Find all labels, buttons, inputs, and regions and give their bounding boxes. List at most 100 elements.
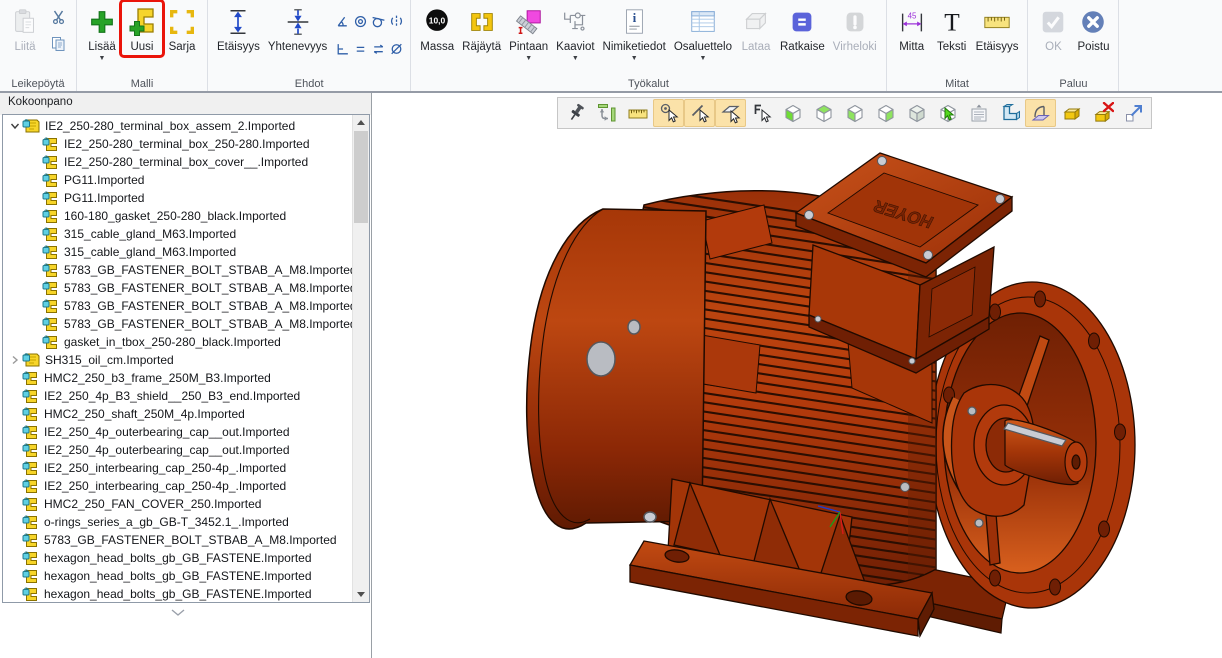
ribbon-button-ok-check[interactable]: OK <box>1033 2 1073 55</box>
tree-item[interactable]: SH315_oil_cm.Imported <box>3 351 353 369</box>
sketch-plane-button[interactable] <box>1025 99 1056 127</box>
scroll-up-icon[interactable] <box>353 115 369 130</box>
tree-item[interactable]: 5783_GB_FASTENER_BOLT_STBAB_A_M8.Importe… <box>3 279 353 297</box>
tree-item-part-icon <box>42 263 59 278</box>
display-list-button[interactable] <box>963 99 994 127</box>
snap-face-button[interactable] <box>715 99 746 127</box>
view-face-front-button[interactable] <box>777 99 808 127</box>
ribbon-button-explode[interactable]: Räjäytä <box>458 2 505 55</box>
measure-ruler-button[interactable] <box>622 99 653 127</box>
tree-scrollbar[interactable] <box>352 115 369 602</box>
tree-item[interactable]: IE2_250-280_terminal_box_250-280.Importe… <box>3 135 353 153</box>
ribbon-button-symmetry-constraint[interactable] <box>388 7 405 34</box>
ribbon-button-label: Massa <box>420 41 454 54</box>
scrollbar-thumb[interactable] <box>354 131 368 223</box>
ribbon-button-angle-constraint[interactable] <box>334 7 351 34</box>
ribbon-button-new-part[interactable]: Uusi <box>122 2 162 55</box>
snap-edge-button[interactable] <box>684 99 715 127</box>
ribbon-button-distance-constraint[interactable]: Etäisyys <box>213 2 264 55</box>
tree-item-label: IE2_250_interbearing_cap_250-4p_.Importe… <box>44 479 286 493</box>
tree-item[interactable]: 160-180_gasket_250-280_black.Imported <box>3 207 353 225</box>
view-solid-button[interactable] <box>901 99 932 127</box>
ribbon-button-coincident-constraint[interactable]: Yhtenevyys <box>264 2 331 55</box>
measure-direction-button[interactable] <box>591 99 622 127</box>
tree-item[interactable]: 315_cable_gland_M63.Imported <box>3 243 353 261</box>
ribbon-button-dimension[interactable]: 45Mitta <box>892 2 932 55</box>
ribbon-button-mass[interactable]: 10,0Massa <box>416 2 458 55</box>
error-log-icon <box>839 3 871 41</box>
tree-item[interactable]: IE2_250-280_terminal_box_cover__.Importe… <box>3 153 353 171</box>
tree-expander-collapsed-icon[interactable] <box>7 355 22 365</box>
export-model-button[interactable] <box>1118 99 1149 127</box>
ribbon-button-copy[interactable] <box>47 34 69 54</box>
dropdown-caret-icon[interactable]: ▼ <box>572 55 579 62</box>
tree-item[interactable]: HMC2_250_b3_frame_250M_B3.Imported <box>3 369 353 387</box>
ribbon-button-schematics[interactable]: Kaaviot▼ <box>552 2 598 63</box>
dropdown-caret-icon[interactable]: ▼ <box>99 55 106 62</box>
tree-item[interactable]: PG11.Imported <box>3 189 353 207</box>
ribbon-button-label: Sarja <box>169 41 196 54</box>
ribbon-button-error-log[interactable]: Virheloki <box>829 2 881 55</box>
tree-item[interactable]: 5783_GB_FASTENER_BOLT_STBAB_A_M8.Importe… <box>3 315 353 333</box>
view-face-right-button[interactable] <box>870 99 901 127</box>
ribbon-button-tangent-constraint[interactable] <box>370 7 387 34</box>
viewport-3d[interactable]: HOYER <box>372 93 1222 658</box>
splitter-chevron-icon[interactable] <box>170 604 186 622</box>
snap-point-button[interactable] <box>653 99 684 127</box>
select-part-button[interactable] <box>746 99 777 127</box>
motor-model-3d[interactable]: HOYER <box>372 93 1222 658</box>
select-solid-button[interactable] <box>932 99 963 127</box>
tree-item[interactable]: IE2_250-280_terminal_box_assem_2.Importe… <box>3 117 353 135</box>
ribbon-button-cut[interactable] <box>47 7 69 27</box>
tree-item[interactable]: IE2_250_interbearing_cap_250-4p_.Importe… <box>3 459 353 477</box>
dropdown-caret-icon[interactable]: ▼ <box>699 55 706 62</box>
tree-item[interactable]: IE2_250_4p_outerbearing_cap__out.Importe… <box>3 423 353 441</box>
tree-item[interactable]: gasket_in_tbox_250-280_black.Imported <box>3 333 353 351</box>
view-face-left-button[interactable] <box>839 99 870 127</box>
ribbon-button-item-info[interactable]: iNimiketiedot▼ <box>599 2 670 63</box>
ribbon-button-series[interactable]: Sarja <box>162 2 202 55</box>
tree-item-label: 5783_GB_FASTENER_BOLT_STBAB_A_M8.Importe… <box>64 299 357 313</box>
ribbon-button-exit[interactable]: Poistu <box>1073 2 1113 55</box>
tree-item[interactable]: IE2_250_interbearing_cap_250-4p_.Importe… <box>3 477 353 495</box>
tree-item[interactable]: HMC2_250_shaft_250M_4p.Imported <box>3 405 353 423</box>
ribbon-button-load-model[interactable]: Lataa <box>736 2 776 55</box>
tree-item[interactable]: HMC2_250_FAN_COVER_250.Imported <box>3 495 353 513</box>
dropdown-caret-icon[interactable]: ▼ <box>525 55 532 62</box>
view-face-front-icon <box>786 106 800 122</box>
tree-item[interactable]: PG11.Imported <box>3 171 353 189</box>
ribbon-button-fix-constraint[interactable] <box>388 35 405 62</box>
tree-expander-expanded-icon[interactable] <box>7 121 22 131</box>
scroll-down-icon[interactable] <box>353 587 369 602</box>
tree-item[interactable]: IE2_250_4p_B3_shield__250_B3_end.Importe… <box>3 387 353 405</box>
tree-item[interactable]: 5783_GB_FASTENER_BOLT_STBAB_A_M8.Importe… <box>3 531 353 549</box>
ribbon-button-label: Kaaviot <box>556 41 594 54</box>
ribbon-button-parts-list[interactable]: Osaluettelo▼ <box>670 2 736 63</box>
ribbon-button-paste[interactable]: Liitä <box>5 2 45 55</box>
ribbon-button-parallel-constraint[interactable] <box>370 35 387 62</box>
pin-button[interactable] <box>560 99 591 127</box>
ribbon-button-label: Teksti <box>937 41 966 54</box>
tree-item[interactable]: 315_cable_gland_M63.Imported <box>3 225 353 243</box>
ribbon-button-to-surface[interactable]: Pintaan▼ <box>505 2 552 63</box>
dropdown-caret-icon[interactable]: ▼ <box>631 55 638 62</box>
tree-item[interactable]: hexagon_head_bolts_gb_GB_FASTENE.Importe… <box>3 549 353 567</box>
ribbon-button-add[interactable]: Lisää▼ <box>82 2 122 63</box>
section-box-button[interactable] <box>1056 99 1087 127</box>
tree-item[interactable]: 5783_GB_FASTENER_BOLT_STBAB_A_M8.Importe… <box>3 261 353 279</box>
ribbon-button-equal-constraint[interactable] <box>352 35 369 62</box>
tree-item[interactable]: hexagon_head_bolts_gb_GB_FASTENE.Importe… <box>3 585 353 603</box>
section-remove-button[interactable] <box>1087 99 1118 127</box>
ribbon-button-text[interactable]: TTeksti <box>932 2 972 55</box>
tree-item[interactable]: 5783_GB_FASTENER_BOLT_STBAB_A_M8.Importe… <box>3 297 353 315</box>
tree-item[interactable]: hexagon_head_bolts_gb_GB_FASTENE.Importe… <box>3 567 353 585</box>
extrude-solid-button[interactable] <box>994 99 1025 127</box>
ribbon-button-ruler[interactable]: Etäisyys <box>972 2 1023 55</box>
ribbon-button-concentric-constraint[interactable] <box>352 7 369 34</box>
tree-item[interactable]: IE2_250_4p_outerbearing_cap__out.Importe… <box>3 441 353 459</box>
tree-item[interactable]: o-rings_series_a_gb_GB-T_3452.1_.Importe… <box>3 513 353 531</box>
view-face-top-button[interactable] <box>808 99 839 127</box>
ribbon-button-solve[interactable]: Ratkaise <box>776 2 829 55</box>
ribbon-button-perpendicular-constraint[interactable] <box>334 35 351 62</box>
dimension-icon: 45 <box>896 3 928 41</box>
